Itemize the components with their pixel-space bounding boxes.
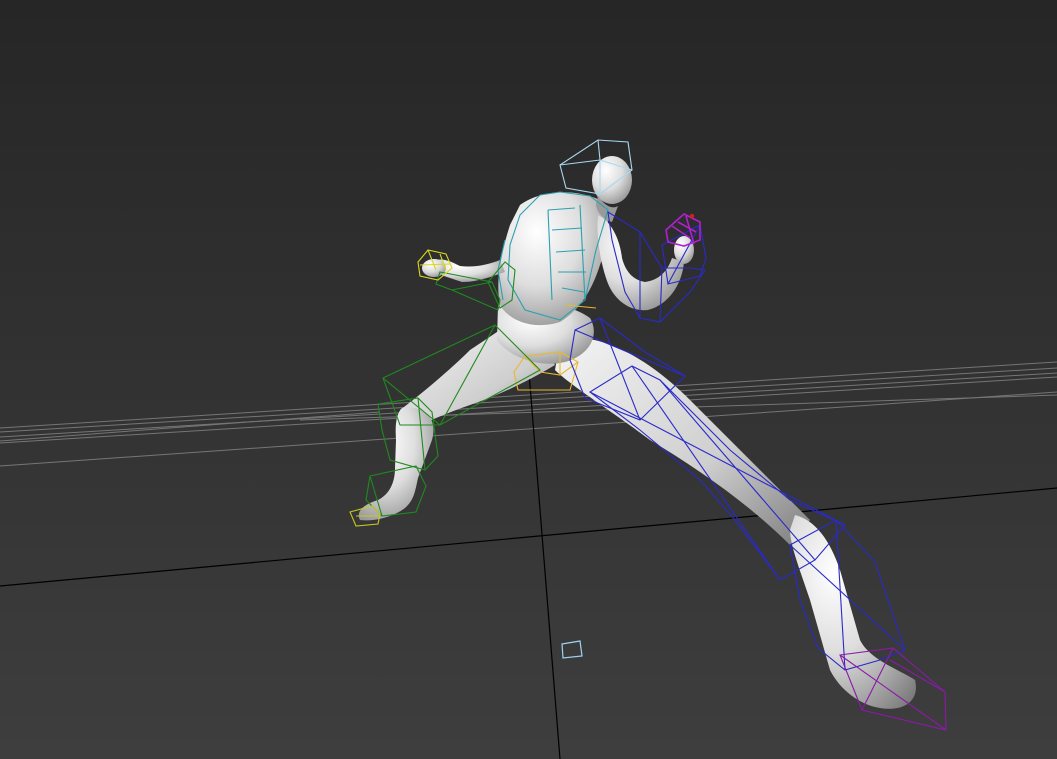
right-hand-mesh xyxy=(674,236,694,264)
perspective-viewport[interactable] xyxy=(0,0,1057,759)
viewport-canvas[interactable] xyxy=(0,0,1057,759)
